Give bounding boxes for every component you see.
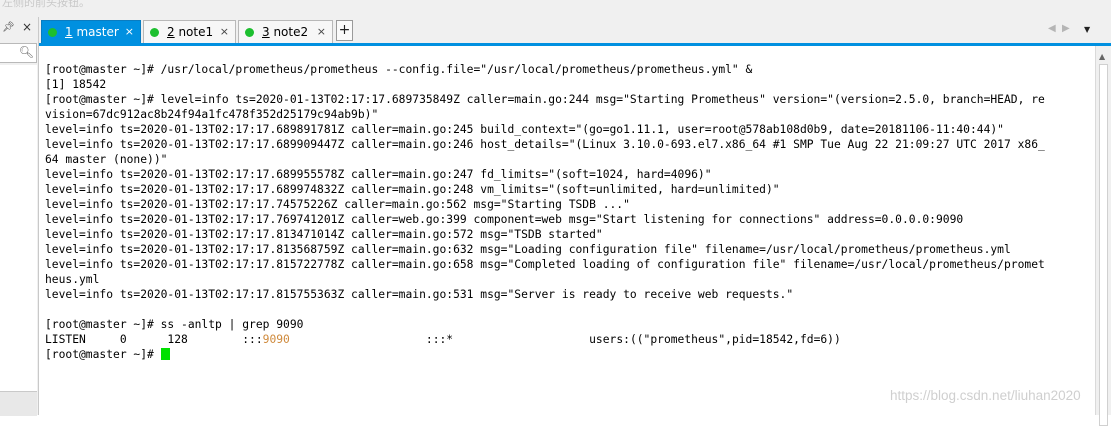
terminal-line: level=info ts=2020-01-13T02:17:17.769741… xyxy=(45,213,964,226)
connected-status-dot xyxy=(245,28,254,37)
terminal-line-listen: LISTEN 0 128 :::9090 :::* users:(("prome… xyxy=(45,332,1045,347)
terminal-line: level=info ts=2020-01-13T02:17:17.689974… xyxy=(45,183,780,196)
search-input[interactable]: 🔍︎ xyxy=(0,43,37,63)
connected-status-dot xyxy=(150,28,159,37)
tab-master[interactable]: 1 master × xyxy=(41,20,141,43)
scroll-tabs-right-icon[interactable]: ▶ xyxy=(1062,23,1070,34)
add-tab-button[interactable]: + xyxy=(336,20,353,41)
tab-number: 2 xyxy=(167,25,175,39)
terminal-line: 64 master (none))" xyxy=(45,153,168,166)
listen-text: :::* users:(("prometheus",pid=18542,fd=6… xyxy=(289,333,841,346)
tab-label: note2 xyxy=(269,25,309,39)
tab-number: 1 xyxy=(65,25,73,39)
tab-note1[interactable]: 2 note1 × xyxy=(143,20,236,43)
top-strip-text: 左侧的前头按钮。 xyxy=(2,0,90,9)
highlighted-port: 9090 xyxy=(262,333,290,346)
scroll-tabs-left-icon[interactable]: ◀ xyxy=(1048,23,1056,34)
terminal-line: level=info ts=2020-01-13T02:17:17.689955… xyxy=(45,168,712,181)
terminal-output[interactable]: [root@master ~]# /usr/local/prometheus/p… xyxy=(39,46,1095,415)
listen-text: LISTEN 0 128 ::: xyxy=(45,333,263,346)
terminal-line: level=info ts=2020-01-13T02:17:17.689909… xyxy=(45,138,1045,151)
tab-bar: 1 master × 2 note1 × 3 note2 × + ◀ ▶ ▼ xyxy=(39,17,1111,43)
terminal-line: level=info ts=2020-01-13T02:17:17.815722… xyxy=(45,258,1045,271)
search-icon[interactable]: 🔍︎ xyxy=(19,45,34,59)
terminal-line: level=info ts=2020-01-13T02:17:17.689891… xyxy=(45,123,1004,136)
terminal-line: [root@master ~]# /usr/local/prometheus/p… xyxy=(45,63,753,76)
tab-close-icon[interactable]: × xyxy=(125,21,134,43)
pin-icon[interactable]: 📌︎ xyxy=(2,22,15,33)
terminal-line: vision=67dc912ac8b24f94a1fc478f352d25179… xyxy=(45,108,379,121)
session-list[interactable] xyxy=(0,65,37,391)
vertical-scrollbar[interactable]: ▲ xyxy=(1095,46,1111,426)
left-panel-footer xyxy=(0,391,37,416)
terminal-line: level=info ts=2020-01-13T02:17:17.813568… xyxy=(45,243,1011,256)
terminal-line: heus.yml xyxy=(45,273,100,286)
top-strip: 左侧的前头按钮。 xyxy=(0,0,1111,17)
left-panel: 📌︎ × 🔍︎ xyxy=(0,17,39,416)
terminal-line: level=info ts=2020-01-13T02:17:17.815755… xyxy=(45,288,794,301)
tab-list-dropdown-icon[interactable]: ▼ xyxy=(1084,25,1090,34)
tab-close-icon[interactable]: × xyxy=(317,21,326,43)
terminal-prompt-line[interactable]: [root@master ~]# xyxy=(45,347,1045,362)
shell-prompt: [root@master ~]# xyxy=(45,348,161,361)
connected-status-dot xyxy=(48,28,57,37)
terminal-lines: [root@master ~]# /usr/local/prometheus/p… xyxy=(45,62,1045,362)
tab-label: master xyxy=(72,25,119,39)
terminal-line: [root@master ~]# ss -anltp | grep 9090 xyxy=(45,318,304,331)
terminal-line: level=info ts=2020-01-13T02:17:17.745752… xyxy=(45,198,630,211)
terminal-line: [root@master ~]# level=info ts=2020-01-1… xyxy=(45,93,1045,106)
tab-note2[interactable]: 3 note2 × xyxy=(238,20,333,43)
tab-close-icon[interactable]: × xyxy=(220,21,229,43)
close-icon[interactable]: × xyxy=(22,20,32,34)
terminal-line: level=info ts=2020-01-13T02:17:17.813471… xyxy=(45,228,603,241)
scroll-up-icon[interactable]: ▲ xyxy=(1099,52,1105,61)
tab-number: 3 xyxy=(262,25,270,39)
terminal-line: [1] 18542 xyxy=(45,78,107,91)
scrollbar-thumb[interactable] xyxy=(1099,64,1108,426)
tab-label: note1 xyxy=(174,25,214,39)
watermark: https://blog.csdn.net/liuhan2020 xyxy=(890,388,1081,403)
terminal-cursor xyxy=(160,348,170,360)
